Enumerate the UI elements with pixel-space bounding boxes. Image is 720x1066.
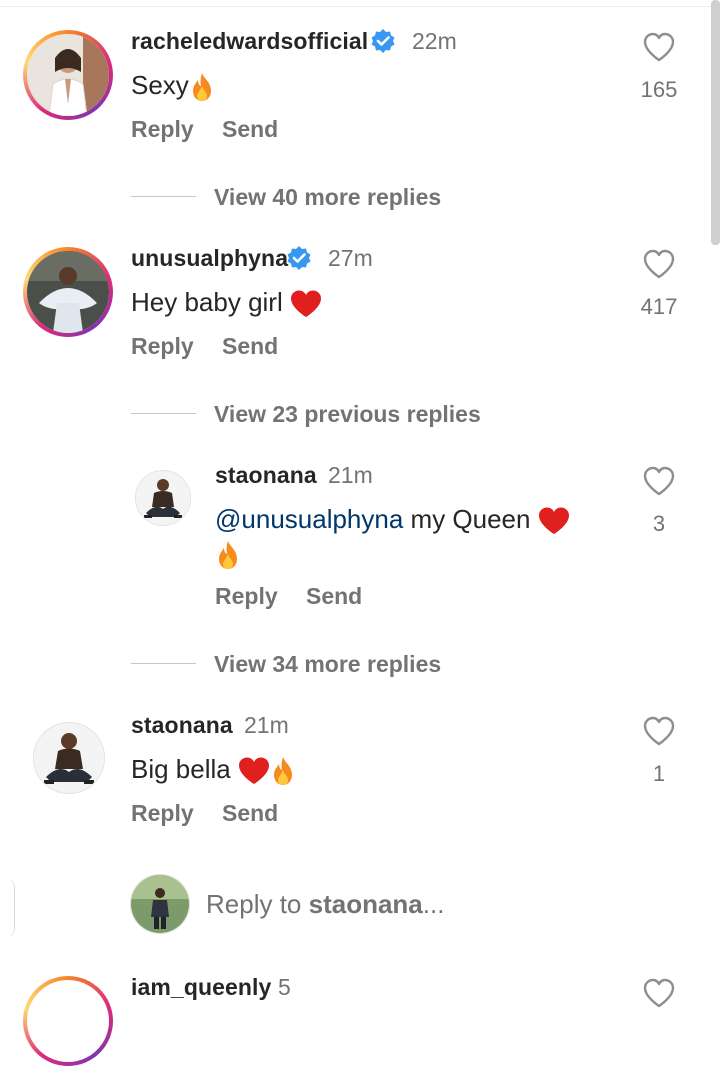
verified-badge-icon	[287, 246, 311, 270]
fire-emoji-icon	[192, 73, 211, 102]
fire-emoji-icon	[219, 541, 237, 570]
comment-username[interactable]: staonana	[131, 712, 233, 739]
like-heart-icon[interactable]	[643, 249, 675, 279]
avatar[interactable]	[23, 247, 113, 337]
reply-time: 21m	[328, 462, 373, 488]
reply-input[interactable]: Reply to staonana...	[206, 889, 444, 920]
current-user-avatar	[130, 874, 190, 934]
reply-button[interactable]: Reply	[131, 800, 194, 827]
view-more-replies-button[interactable]: View 40 more replies	[214, 184, 441, 211]
scrollbar[interactable]	[711, 0, 720, 245]
reply-button[interactable]: Reply	[215, 583, 278, 610]
view-previous-replies-button[interactable]: View 23 previous replies	[214, 401, 481, 428]
replies-divider	[131, 663, 196, 664]
comment-time: 21m	[244, 712, 289, 738]
comment-time: 5	[278, 974, 291, 1000]
comment-text: Hey baby girl	[131, 285, 322, 319]
replies-divider	[131, 413, 196, 414]
send-button[interactable]: Send	[306, 583, 362, 610]
mention-link[interactable]: @unusualphyna	[215, 504, 403, 534]
like-count: 417	[640, 294, 678, 319]
comment-time: 27m	[328, 245, 373, 271]
floating-panel-edge	[0, 878, 15, 938]
comment-username[interactable]: unusualphyna	[131, 245, 288, 272]
comment-time: 22m	[412, 28, 457, 54]
like-heart-icon[interactable]	[643, 978, 675, 1008]
send-button[interactable]: Send	[222, 333, 278, 360]
like-heart-icon[interactable]	[643, 466, 675, 496]
send-button[interactable]: Send	[222, 800, 278, 827]
like-count: 3	[652, 511, 666, 536]
comment-text: Sexy	[131, 68, 215, 102]
heart-emoji-icon	[538, 507, 569, 535]
like-heart-icon[interactable]	[643, 716, 675, 746]
like-count: 165	[640, 77, 678, 102]
send-button[interactable]: Send	[222, 116, 278, 143]
top-divider	[0, 0, 720, 7]
comment-text: Big bella	[131, 752, 296, 786]
comment-username[interactable]: iam_queenly	[131, 974, 271, 1001]
heart-emoji-icon	[290, 290, 321, 318]
reply-username[interactable]: staonana	[215, 462, 317, 489]
replies-divider	[131, 196, 196, 197]
reply-text: @unusualphyna my Queen	[215, 502, 595, 570]
reply-button[interactable]: Reply	[131, 333, 194, 360]
reply-button[interactable]: Reply	[131, 116, 194, 143]
fire-emoji-icon	[273, 757, 292, 786]
like-count: 1	[652, 761, 666, 786]
avatar[interactable]	[23, 30, 113, 120]
verified-badge-icon	[371, 29, 395, 53]
view-more-replies-button[interactable]: View 34 more replies	[214, 651, 441, 678]
avatar[interactable]	[135, 470, 191, 526]
avatar[interactable]	[23, 976, 113, 1066]
comment-username[interactable]: racheledwardsofficial	[131, 28, 368, 55]
heart-emoji-icon	[238, 757, 269, 785]
like-heart-icon[interactable]	[643, 32, 675, 62]
avatar[interactable]	[33, 722, 105, 794]
